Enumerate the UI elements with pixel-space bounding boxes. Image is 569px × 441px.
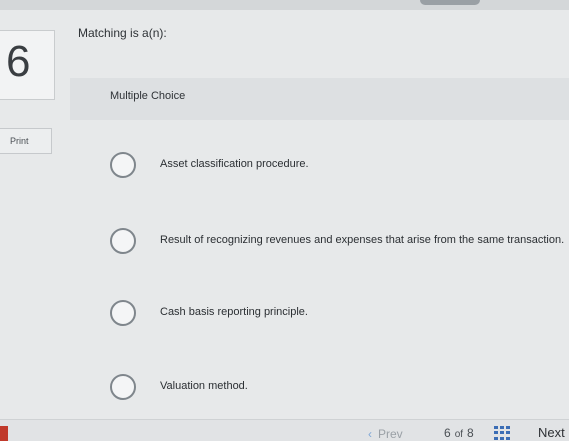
radio-icon[interactable] [110, 300, 136, 326]
answer-option-text[interactable]: Cash basis reporting principle. [160, 306, 308, 318]
current-page: 6 [444, 426, 451, 440]
question-text: Matching is a(n): [78, 26, 167, 40]
grid-icon[interactable] [494, 426, 510, 440]
radio-icon[interactable] [110, 374, 136, 400]
answer-option-1[interactable]: Asset classification procedure. [110, 152, 569, 178]
flag-marker [0, 426, 8, 441]
radio-icon[interactable] [110, 228, 136, 254]
page-indicator: 6 of 8 [444, 426, 474, 440]
chevron-left-icon[interactable]: ‹ [368, 427, 372, 441]
next-button[interactable]: Next [538, 425, 565, 440]
prev-button[interactable]: ‹ Prev [368, 427, 403, 441]
prev-label[interactable]: Prev [378, 427, 403, 441]
question-type-label: Multiple Choice [110, 90, 186, 102]
print-label[interactable]: Print [10, 136, 29, 146]
radio-icon[interactable] [110, 152, 136, 178]
navigation-footer [0, 419, 569, 441]
answer-option-text[interactable]: Valuation method. [160, 380, 248, 392]
top-bar [0, 0, 569, 10]
total-pages: 8 [467, 426, 474, 440]
answer-option-text[interactable]: Result of recognizing revenues and expen… [160, 234, 564, 246]
question-number: 6 [6, 37, 31, 86]
answer-option-3[interactable]: Cash basis reporting principle. [110, 300, 569, 326]
answer-option-2[interactable]: Result of recognizing revenues and expen… [110, 228, 569, 254]
answer-option-4[interactable]: Valuation method. [110, 374, 569, 400]
answer-option-text[interactable]: Asset classification procedure. [160, 158, 309, 170]
top-bar-button[interactable] [420, 0, 480, 5]
of-label: of [454, 429, 464, 440]
